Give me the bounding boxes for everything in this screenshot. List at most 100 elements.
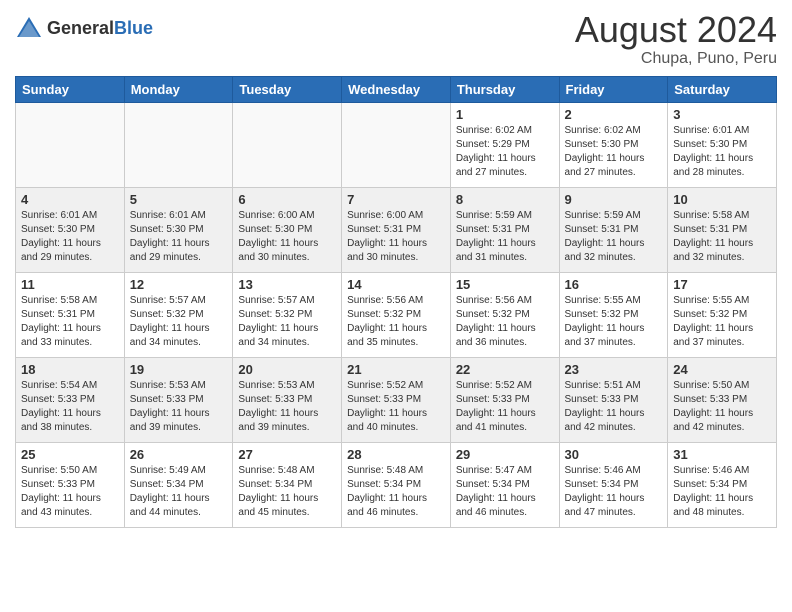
day-number: 30 xyxy=(565,447,663,462)
calendar-day-cell: 18 Sunrise: 5:54 AM Sunset: 5:33 PM Dayli… xyxy=(16,357,125,442)
weekday-header-saturday: Saturday xyxy=(668,76,777,102)
calendar-day-cell xyxy=(16,102,125,187)
calendar-day-cell: 4Sunrise: 6:01 AM Sunset: 5:30 PM Daylig… xyxy=(16,187,125,272)
page-header: GeneralBlue August 2024 Chupa, Puno, Per… xyxy=(15,10,777,68)
calendar-day-cell: 8 Sunrise: 5:59 AM Sunset: 5:31 PM Daylig… xyxy=(450,187,559,272)
day-info: Sunrise: 6:01 AM Sunset: 5:30 PM Dayligh… xyxy=(130,209,228,265)
calendar-day-cell: 19 Sunrise: 5:53 AM Sunset: 5:33 PM Dayli… xyxy=(124,357,233,442)
weekday-header-row: SundayMondayTuesdayWednesdayThursdayFrid… xyxy=(16,76,777,102)
calendar-day-cell: 1Sunrise: 6:02 AM Sunset: 5:29 PM Daylig… xyxy=(450,102,559,187)
day-number: 26 xyxy=(130,447,228,462)
calendar-day-cell xyxy=(233,102,342,187)
day-number: 11 xyxy=(21,277,119,292)
logo-text: GeneralBlue xyxy=(47,19,153,39)
day-number: 6 xyxy=(238,192,336,207)
calendar-day-cell: 17Sunrise: 5:55 AM Sunset: 5:32 PM Dayli… xyxy=(668,272,777,357)
calendar-day-cell: 30 Sunrise: 5:46 AM Sunset: 5:34 PM Dayli… xyxy=(559,442,668,527)
day-number: 16 xyxy=(565,277,663,292)
day-info: Sunrise: 5:48 AM Sunset: 5:34 PM Dayligh… xyxy=(347,464,445,520)
day-info: Sunrise: 5:57 AM Sunset: 5:32 PM Dayligh… xyxy=(130,294,228,350)
calendar-day-cell: 14Sunrise: 5:56 AM Sunset: 5:32 PM Dayli… xyxy=(342,272,451,357)
day-number: 4 xyxy=(21,192,119,207)
day-number: 25 xyxy=(21,447,119,462)
day-info: Sunrise: 6:01 AM Sunset: 5:30 PM Dayligh… xyxy=(673,124,771,180)
day-info: Sunrise: 5:57 AM Sunset: 5:32 PM Dayligh… xyxy=(238,294,336,350)
day-info: Sunrise: 5:59 AM Sunset: 5:31 PM Dayligh… xyxy=(565,209,663,265)
title-area: August 2024 Chupa, Puno, Peru xyxy=(575,10,777,68)
day-number: 8 xyxy=(456,192,554,207)
day-number: 15 xyxy=(456,277,554,292)
day-info: Sunrise: 5:50 AM Sunset: 5:33 PM Dayligh… xyxy=(673,379,771,435)
day-number: 19 xyxy=(130,362,228,377)
day-number: 5 xyxy=(130,192,228,207)
calendar-day-cell: 3 Sunrise: 6:01 AM Sunset: 5:30 PM Daylig… xyxy=(668,102,777,187)
day-number: 29 xyxy=(456,447,554,462)
calendar-table: SundayMondayTuesdayWednesdayThursdayFrid… xyxy=(15,76,777,528)
weekday-header-tuesday: Tuesday xyxy=(233,76,342,102)
calendar-day-cell: 31Sunrise: 5:46 AM Sunset: 5:34 PM Dayli… xyxy=(668,442,777,527)
calendar-day-cell: 12 Sunrise: 5:57 AM Sunset: 5:32 PM Dayli… xyxy=(124,272,233,357)
calendar-week-row: 1Sunrise: 6:02 AM Sunset: 5:29 PM Daylig… xyxy=(16,102,777,187)
calendar-day-cell: 7 Sunrise: 6:00 AM Sunset: 5:31 PM Daylig… xyxy=(342,187,451,272)
day-info: Sunrise: 5:55 AM Sunset: 5:32 PM Dayligh… xyxy=(565,294,663,350)
day-info: Sunrise: 6:00 AM Sunset: 5:31 PM Dayligh… xyxy=(347,209,445,265)
calendar-day-cell: 24Sunrise: 5:50 AM Sunset: 5:33 PM Dayli… xyxy=(668,357,777,442)
day-info: Sunrise: 5:53 AM Sunset: 5:33 PM Dayligh… xyxy=(130,379,228,435)
calendar-day-cell xyxy=(124,102,233,187)
logo-general: General xyxy=(47,18,114,38)
calendar-day-cell: 22 Sunrise: 5:52 AM Sunset: 5:33 PM Dayli… xyxy=(450,357,559,442)
calendar-day-cell: 15 Sunrise: 5:56 AM Sunset: 5:32 PM Dayli… xyxy=(450,272,559,357)
calendar-body: 1Sunrise: 6:02 AM Sunset: 5:29 PM Daylig… xyxy=(16,102,777,527)
calendar-day-cell: 28 Sunrise: 5:48 AM Sunset: 5:34 PM Dayli… xyxy=(342,442,451,527)
day-number: 17 xyxy=(673,277,771,292)
day-info: Sunrise: 5:48 AM Sunset: 5:34 PM Dayligh… xyxy=(238,464,336,520)
day-info: Sunrise: 5:52 AM Sunset: 5:33 PM Dayligh… xyxy=(456,379,554,435)
day-number: 3 xyxy=(673,107,771,122)
day-number: 12 xyxy=(130,277,228,292)
day-info: Sunrise: 5:47 AM Sunset: 5:34 PM Dayligh… xyxy=(456,464,554,520)
day-number: 10 xyxy=(673,192,771,207)
day-number: 27 xyxy=(238,447,336,462)
day-info: Sunrise: 5:56 AM Sunset: 5:32 PM Dayligh… xyxy=(456,294,554,350)
day-info: Sunrise: 5:59 AM Sunset: 5:31 PM Dayligh… xyxy=(456,209,554,265)
day-info: Sunrise: 5:50 AM Sunset: 5:33 PM Dayligh… xyxy=(21,464,119,520)
day-info: Sunrise: 5:46 AM Sunset: 5:34 PM Dayligh… xyxy=(565,464,663,520)
logo-icon xyxy=(15,15,43,43)
day-number: 7 xyxy=(347,192,445,207)
day-number: 22 xyxy=(456,362,554,377)
calendar-day-cell: 26Sunrise: 5:49 AM Sunset: 5:34 PM Dayli… xyxy=(124,442,233,527)
day-number: 28 xyxy=(347,447,445,462)
calendar-day-cell: 21Sunrise: 5:52 AM Sunset: 5:33 PM Dayli… xyxy=(342,357,451,442)
calendar-week-row: 11Sunrise: 5:58 AM Sunset: 5:31 PM Dayli… xyxy=(16,272,777,357)
weekday-header-monday: Monday xyxy=(124,76,233,102)
day-number: 9 xyxy=(565,192,663,207)
calendar-day-cell: 29 Sunrise: 5:47 AM Sunset: 5:34 PM Dayli… xyxy=(450,442,559,527)
day-number: 23 xyxy=(565,362,663,377)
location: Chupa, Puno, Peru xyxy=(575,50,777,68)
calendar-week-row: 4 Sunrise: 6:01 AM Sunset: 5:30 PM Daylig… xyxy=(16,187,777,272)
calendar-day-cell: 16 Sunrise: 5:55 AM Sunset: 5:32 PM Dayli… xyxy=(559,272,668,357)
calendar-day-cell: 27 Sunrise: 5:48 AM Sunset: 5:34 PM Dayli… xyxy=(233,442,342,527)
day-info: Sunrise: 5:53 AM Sunset: 5:33 PM Dayligh… xyxy=(238,379,336,435)
day-info: Sunrise: 5:56 AM Sunset: 5:32 PM Dayligh… xyxy=(347,294,445,350)
day-info: Sunrise: 6:00 AM Sunset: 5:30 PM Dayligh… xyxy=(238,209,336,265)
calendar-day-cell: 10 Sunrise: 5:58 AM Sunset: 5:31 PM Dayli… xyxy=(668,187,777,272)
day-info: Sunrise: 5:54 AM Sunset: 5:33 PM Dayligh… xyxy=(21,379,119,435)
calendar-day-cell: 23Sunrise: 5:51 AM Sunset: 5:33 PM Dayli… xyxy=(559,357,668,442)
day-info: Sunrise: 6:02 AM Sunset: 5:29 PM Dayligh… xyxy=(456,124,554,180)
calendar-week-row: 25 Sunrise: 5:50 AM Sunset: 5:33 PM Dayli… xyxy=(16,442,777,527)
calendar-day-cell: 13 Sunrise: 5:57 AM Sunset: 5:32 PM Dayli… xyxy=(233,272,342,357)
day-number: 31 xyxy=(673,447,771,462)
calendar-day-cell xyxy=(342,102,451,187)
day-info: Sunrise: 5:58 AM Sunset: 5:31 PM Dayligh… xyxy=(673,209,771,265)
calendar-header: SundayMondayTuesdayWednesdayThursdayFrid… xyxy=(16,76,777,102)
day-info: Sunrise: 6:02 AM Sunset: 5:30 PM Dayligh… xyxy=(565,124,663,180)
day-number: 13 xyxy=(238,277,336,292)
day-number: 18 xyxy=(21,362,119,377)
weekday-header-wednesday: Wednesday xyxy=(342,76,451,102)
month-year: August 2024 xyxy=(575,10,777,50)
calendar-day-cell: 11Sunrise: 5:58 AM Sunset: 5:31 PM Dayli… xyxy=(16,272,125,357)
calendar-day-cell: 2Sunrise: 6:02 AM Sunset: 5:30 PM Daylig… xyxy=(559,102,668,187)
weekday-header-friday: Friday xyxy=(559,76,668,102)
calendar-day-cell: 6 Sunrise: 6:00 AM Sunset: 5:30 PM Daylig… xyxy=(233,187,342,272)
